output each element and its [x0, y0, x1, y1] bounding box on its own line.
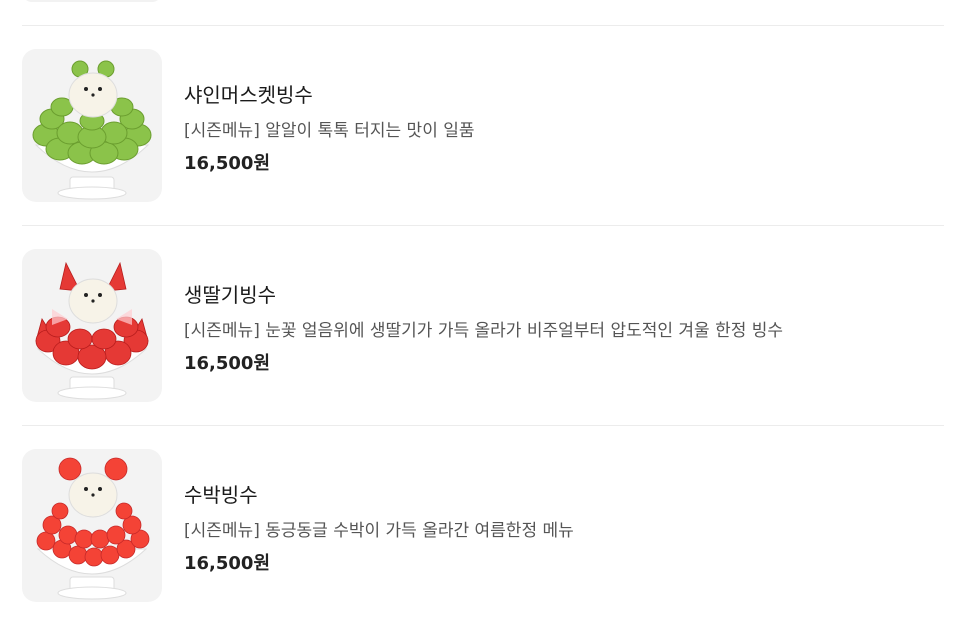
menu-item-shine-muscat-bingsu[interactable]: 샤인머스켓빙수 [시즌메뉴] 알알이 톡톡 터지는 맛이 일품 16,500원 [0, 25, 966, 225]
menu-item-description: [시즌메뉴] 알알이 톡톡 터지는 맛이 일품 [184, 121, 475, 141]
menu-item-description: [시즌메뉴] 동긍동글 수박이 가득 올라간 여름한정 메뉴 [184, 521, 574, 541]
menu-item-strawberry-bingsu[interactable]: 생딸기빙수 [시즌메뉴] 눈꽃 얼음위에 생딸기가 가득 올라가 비주얼부터 압… [0, 225, 966, 425]
menu-item-watermelon-bingsu[interactable]: 수박빙수 [시즌메뉴] 동긍동글 수박이 가득 올라간 여름한정 메뉴 16,5… [0, 425, 966, 625]
menu-item-name: 수박빙수 [184, 483, 258, 507]
menu-item-name: 생딸기빙수 [184, 283, 276, 307]
menu-item-price: 16,500원 [184, 353, 271, 374]
strawberry-bingsu-icon [22, 249, 162, 402]
menu-item-price: 16,500원 [184, 153, 271, 174]
watermelon-bingsu-icon [22, 449, 162, 602]
menu-item-description: [시즌메뉴] 눈꽃 얼음위에 생딸기가 가득 올라가 비주얼부터 압도적인 겨울… [184, 321, 784, 341]
menu-item-name: 샤인머스켓빙수 [184, 83, 313, 107]
previous-item-thumbnail-edge [22, 0, 162, 2]
shine-muscat-bingsu-icon [22, 49, 162, 202]
menu-item-price: 16,500원 [184, 553, 271, 574]
